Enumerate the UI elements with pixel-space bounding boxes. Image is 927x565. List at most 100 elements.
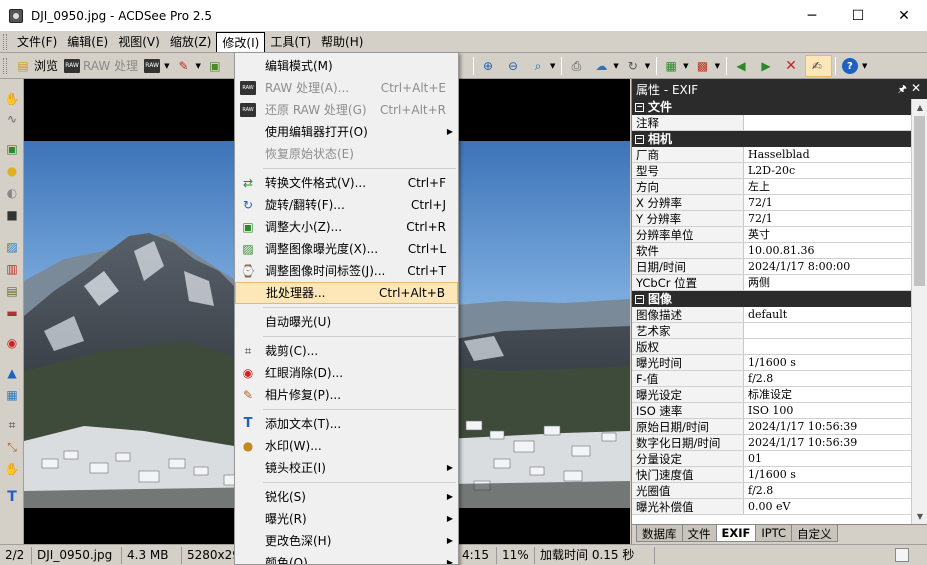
menu-item-add-text[interactable]: T 添加文本(T)... [235,413,458,435]
table-row[interactable]: 软件 10.00.81.36 [632,243,911,259]
rotate-menu-button[interactable]: ↻ ▼ [622,55,653,77]
group-image[interactable]: − 图像 [632,291,911,307]
menu-item-photo-repair[interactable]: ✎ 相片修复(P)... [235,384,458,406]
menu-item-auto-exposure[interactable]: 自动曝光(U) [235,311,458,333]
table-row[interactable]: 曝光补偿值 0.00 eV [632,499,911,515]
noise-icon[interactable]: ▦ [4,387,20,403]
share-button[interactable]: ☁ ▼ [590,55,621,77]
group-camera[interactable]: − 相机 [632,131,911,147]
scroll-thumb[interactable] [914,116,925,286]
table-row[interactable]: 分量设定 01 [632,451,911,467]
collapse-icon[interactable]: − [635,102,644,112]
menu-item-adjust-exposure[interactable]: ▨ 调整图像曝光度(X)... Ctrl+L [235,238,458,260]
tab-iptc[interactable]: IPTC [755,525,793,542]
menu-view[interactable]: 视图(V) [113,32,165,52]
properties-toggle-button[interactable]: ✍ [804,55,832,77]
table-row[interactable]: 厂商 Hasselblad [632,147,911,163]
wallpaper-button[interactable]: ▦ ▼ [660,55,691,77]
close-panel-button[interactable]: ✕ [911,81,921,95]
crop-icon[interactable]: ⌗ [4,417,20,433]
browse-button[interactable]: ▤ 浏览 [12,55,61,77]
menu-item-convert-format[interactable]: ⇄ 转换文件格式(V)... Ctrl+F [235,172,458,194]
previous-image-button[interactable]: ◀ [730,55,755,77]
table-row[interactable]: 版权 [632,339,911,355]
slideshow-button[interactable]: ▩ ▼ [692,55,723,77]
minimize-button[interactable]: ─ [789,0,835,31]
image-icon[interactable]: ▨ [4,239,20,255]
table-row[interactable]: 图像描述 default [632,307,911,323]
table-row[interactable]: 数字化日期/时间 2024/1/17 10:56:39 [632,435,911,451]
scroll-down-icon[interactable]: ▼ [912,508,927,524]
menu-item-raw-process[interactable]: RAW RAW 处理(A)... Ctrl+Alt+E [235,77,458,99]
menu-item-restore-original[interactable]: 恢复原始状态(E) [235,143,458,165]
menu-item-edit-mode[interactable]: 编辑模式(M) [235,55,458,77]
menu-modify[interactable]: 修改(I) [216,31,266,52]
menu-item-change-color-depth[interactable]: 更改色深(H) ▶ [235,530,458,552]
toolbar-grip[interactable] [3,57,7,74]
collapse-icon[interactable]: − [635,294,644,304]
table-row[interactable]: 曝光设定 标准设定 [632,387,911,403]
menu-item-red-eye[interactable]: ◉ 红眼消除(D)... [235,362,458,384]
silhouette-icon[interactable]: ■ [4,207,20,223]
tab-exif[interactable]: EXIF [715,525,757,542]
resize-icon[interactable]: ⤡ [4,439,20,455]
maximize-button[interactable]: ☐ [835,0,881,31]
table-row[interactable]: X 分辨率 72/1 [632,195,911,211]
next-image-button[interactable]: ▶ [755,55,780,77]
zoom-out-button[interactable]: ⊖ [502,55,527,77]
menu-zoom[interactable]: 缩放(Z) [165,32,217,52]
sun-icon[interactable]: ● [4,163,20,179]
tab-database[interactable]: 数据库 [636,525,683,542]
menu-item-color[interactable]: 颜色(O) ▶ [235,552,458,564]
table-row[interactable]: 原始日期/时间 2024/1/17 10:56:39 [632,419,911,435]
menu-item-watermark[interactable]: ● 水印(W)... [235,435,458,457]
help-button[interactable]: ? ▼ [839,55,870,77]
table-row[interactable]: 艺术家 [632,323,911,339]
menu-item-lens-correction[interactable]: 镜头校正(I) ▶ [235,457,458,479]
table-row[interactable]: 型号 L2D-20c [632,163,911,179]
table-row[interactable]: 快门速度值 1/1600 s [632,467,911,483]
table-row[interactable]: ISO 速率 ISO 100 [632,403,911,419]
collapse-icon[interactable]: − [635,134,644,144]
hand-tool-icon[interactable]: ✋ [4,91,20,107]
menubar-grip[interactable] [3,33,7,50]
zoom-in-button[interactable]: ⊕ [477,55,502,77]
landscape-icon[interactable]: ▣ [4,141,20,157]
curve-icon[interactable]: ∿ [4,111,20,127]
menu-item-sharpen[interactable]: 锐化(S) ▶ [235,486,458,508]
menu-help[interactable]: 帮助(H) [316,32,368,52]
menu-item-crop[interactable]: ⌗ 裁剪(C)... [235,340,458,362]
text-icon[interactable]: T [4,489,20,505]
menu-item-resize[interactable]: ▣ 调整大小(Z)... Ctrl+R [235,216,458,238]
menu-item-rotate-flip[interactable]: ↻ 旋转/翻转(F)... Ctrl+J [235,194,458,216]
menu-tools[interactable]: 工具(T) [265,32,316,52]
pin-icon[interactable]: 🖈 [898,82,907,99]
menu-item-batch-processor[interactable]: 批处理器... Ctrl+Alt+B [235,282,458,304]
scroll-up-icon[interactable]: ▲ [912,99,927,115]
table-row[interactable]: 分辨率单位 英寸 [632,227,911,243]
red-eye-icon[interactable]: ◉ [4,335,20,351]
edit-tools-button[interactable]: ✎ ▼ [173,55,204,77]
table-row[interactable]: 光圈值 f/2.8 [632,483,911,499]
menu-file[interactable]: 文件(F) [12,32,62,52]
raw-process-button[interactable]: RAW RAW 处理 [61,55,141,77]
delete-button[interactable]: ✕ [780,55,805,77]
palette-icon[interactable]: ▬ [4,305,20,321]
close-button[interactable]: ✕ [881,0,927,31]
table-row[interactable]: 注释 [632,115,911,131]
color-balance-icon[interactable]: ▤ [4,283,20,299]
menu-edit[interactable]: 编辑(E) [62,32,113,52]
group-file[interactable]: − 文件 [632,99,911,115]
properties-scrollbar[interactable]: ▲ ▼ [911,99,927,524]
tab-custom[interactable]: 自定义 [791,525,838,542]
menu-item-open-with-editor[interactable]: 使用编辑器打开(O) ▶ [235,121,458,143]
table-row[interactable]: 方向 左上 [632,179,911,195]
menu-item-undo-raw-process[interactable]: RAW 还原 RAW 处理(G) Ctrl+Alt+R [235,99,458,121]
raw-dropdown-button[interactable]: RAW ▼ [141,55,172,77]
tab-file[interactable]: 文件 [681,525,717,542]
levels-icon[interactable]: ▥ [4,261,20,277]
open-folder-button[interactable]: ▣ [204,55,229,77]
menu-item-adjust-timestamp[interactable]: ⌚ 调整图像时间标签(J)... Ctrl+T [235,260,458,282]
table-row[interactable]: Y 分辨率 72/1 [632,211,911,227]
print-button[interactable]: ⎙ [565,55,590,77]
